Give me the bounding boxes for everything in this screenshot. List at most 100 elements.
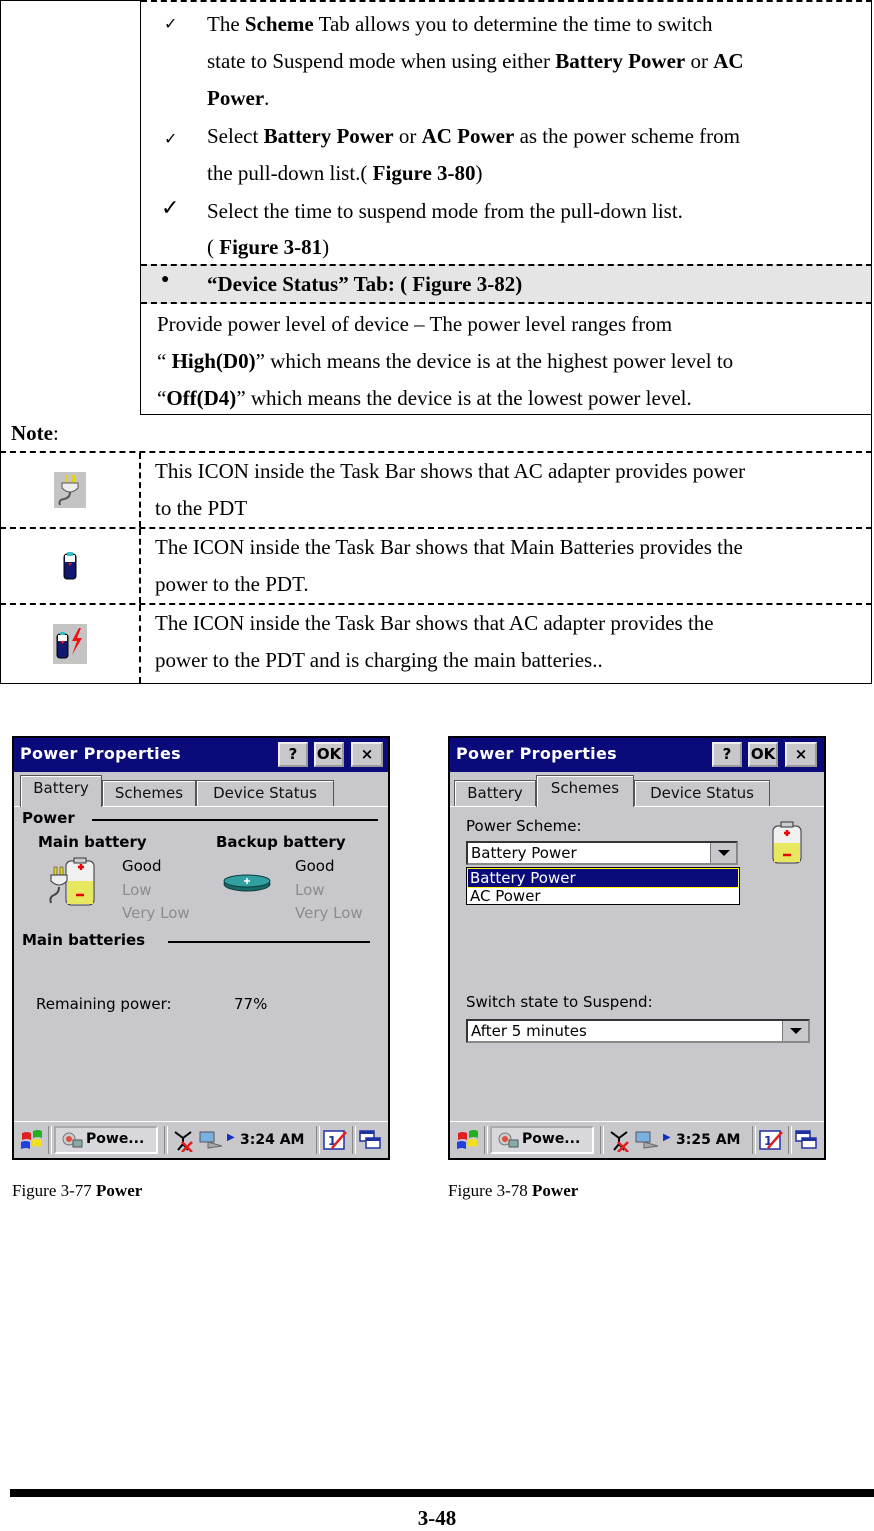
network-icon[interactable] [198, 1130, 226, 1150]
bullet2-line2: the pull-down list.( Figure 3-80) [207, 161, 483, 185]
note-text: The ICON inside the Task Bar shows that … [155, 611, 714, 672]
suspend-label: Switch state to Suspend: [466, 993, 653, 1011]
tab-bar: Battery Schemes Device Status [450, 772, 824, 808]
charging-battery-icon [53, 624, 87, 664]
power-scheme-value: Battery Power [471, 844, 577, 862]
taskbar: Powe... ▶ 3:25 AM 1 [450, 1121, 824, 1158]
close-button[interactable]: × [351, 742, 383, 767]
note-item: The ICON inside the Task Bar shows that … [0, 605, 872, 684]
bullet1-line2: state to Suspend mode when using either … [207, 49, 744, 73]
power-scheme-dropdown-list[interactable]: Battery Power AC Power [466, 867, 740, 905]
help-button[interactable]: ? [278, 742, 308, 767]
schemes-tab-panel: Power Scheme: Battery Power Battery Powe… [450, 806, 824, 1125]
taskbar-task-label: Powe... [86, 1131, 145, 1147]
note-row: Note: [0, 415, 872, 453]
connection-status-icon[interactable] [172, 1128, 196, 1152]
tab-schemes[interactable]: Schemes [536, 775, 634, 807]
group-divider [168, 941, 370, 943]
close-button[interactable]: × [785, 742, 817, 767]
chevron-down-icon[interactable] [710, 843, 736, 863]
backup-level-good: Good [295, 857, 335, 875]
note-item: This ICON inside the Task Bar shows that… [0, 453, 872, 529]
help-button[interactable]: ? [712, 742, 742, 767]
main-batteries-group-label: Main batteries [22, 931, 146, 949]
taskbar-power-task-button[interactable]: Powe... [54, 1126, 158, 1154]
tab-bar: Battery Schemes Device Status [14, 772, 388, 808]
note-label: Note: [11, 421, 59, 445]
taskbar-task-label: Powe... [522, 1131, 581, 1147]
check-icon: ✓ [161, 195, 180, 220]
tab-device-status[interactable]: Device Status [196, 780, 334, 806]
note-text: The ICON inside the Task Bar shows that … [155, 535, 743, 596]
bullet1-line3: Power. [207, 86, 270, 110]
taskbar-separator [316, 1126, 320, 1154]
tray-expand-arrow-icon[interactable]: ▶ [663, 1132, 671, 1143]
window-title: Power Properties [456, 744, 617, 763]
main-level-good: Good [122, 857, 162, 875]
check-icon: ✓ [164, 131, 178, 148]
battery-scheme-icon [772, 821, 802, 864]
desc-line1: Provide power level of device – The powe… [157, 312, 673, 336]
power-group-label: Power [22, 809, 75, 827]
taskbar-separator [164, 1126, 168, 1154]
main-level-very-low: Very Low [122, 904, 190, 922]
icon-cell [1, 529, 141, 603]
figure-caption-3-77: Figure 3-77 Power [12, 1181, 143, 1200]
footer-rule [10, 1489, 874, 1497]
remaining-power-value: 77% [234, 995, 268, 1013]
backup-level-very-low: Very Low [295, 904, 363, 922]
suspend-time-select[interactable]: After 5 minutes [466, 1019, 810, 1043]
input-panel-icon[interactable]: 1 [322, 1128, 348, 1152]
suspend-time-value: After 5 minutes [471, 1022, 587, 1040]
group-divider [92, 819, 378, 821]
option-ac-power[interactable]: AC Power [468, 887, 738, 905]
start-button-icon[interactable] [20, 1130, 44, 1152]
device-status-header: “Device Status” Tab: ( Figure 3-82) [207, 272, 523, 296]
taskbar-separator [352, 1126, 356, 1154]
note-item: The ICON inside the Task Bar shows that … [0, 529, 872, 605]
tray-expand-arrow-icon[interactable]: ▶ [227, 1132, 235, 1143]
network-icon[interactable] [634, 1130, 662, 1150]
chevron-down-icon[interactable] [782, 1021, 808, 1041]
ok-button[interactable]: OK [314, 742, 344, 767]
tab-schemes[interactable]: Schemes [102, 780, 196, 806]
backup-level-low: Low [295, 881, 325, 899]
control-panel-icon [498, 1132, 519, 1148]
taskbar: Powe... ▶ 3:24 AM 1 [14, 1121, 388, 1158]
tab-battery[interactable]: Battery [454, 780, 536, 806]
battery-tab-panel: Power Main battery Backup battery Good L… [14, 806, 388, 1125]
main-level-low: Low [122, 881, 152, 899]
bullet1-line1: The Scheme Tab allows you to determine t… [207, 12, 713, 36]
figure-caption-3-78: Figure 3-78 Power [448, 1181, 579, 1200]
bullet-icon: ● [161, 272, 170, 287]
title-bar: Power Properties ? OK × [14, 738, 388, 772]
power-scheme-select[interactable]: Battery Power [466, 841, 738, 865]
ok-button[interactable]: OK [748, 742, 778, 767]
tab-battery[interactable]: Battery [20, 775, 102, 807]
page-number: 3-48 [417, 1506, 457, 1530]
taskbar-separator [48, 1126, 52, 1154]
backup-battery-coin-icon [223, 874, 271, 892]
window-title: Power Properties [20, 744, 181, 763]
backup-battery-label: Backup battery [216, 833, 346, 851]
desc-line2: “ High(D0)” which means the device is at… [157, 349, 734, 373]
input-panel-icon[interactable]: 1 [758, 1128, 784, 1152]
taskbar-separator [788, 1126, 792, 1154]
start-button-icon[interactable] [456, 1130, 480, 1152]
show-desktop-icon[interactable] [358, 1129, 382, 1151]
clock[interactable]: 3:24 AM [240, 1132, 304, 1148]
taskbar-power-task-button[interactable]: Powe... [490, 1126, 594, 1154]
clock[interactable]: 3:25 AM [676, 1132, 740, 1148]
ac-adapter-icon [54, 472, 86, 508]
table-left-cell [0, 0, 141, 415]
connection-status-icon[interactable] [608, 1128, 632, 1152]
tab-device-status[interactable]: Device Status [634, 780, 770, 806]
check-icon: ✓ [164, 16, 178, 33]
note-text: This ICON inside the Task Bar shows that… [155, 459, 746, 520]
show-desktop-icon[interactable] [794, 1129, 818, 1151]
option-battery-power[interactable]: Battery Power [467, 868, 739, 888]
power-scheme-label: Power Scheme: [466, 817, 582, 835]
main-battery-icon [63, 552, 77, 580]
taskbar-separator [484, 1126, 488, 1154]
device-status-header-cell: ● “Device Status” Tab: ( Figure 3-82) [141, 264, 872, 304]
